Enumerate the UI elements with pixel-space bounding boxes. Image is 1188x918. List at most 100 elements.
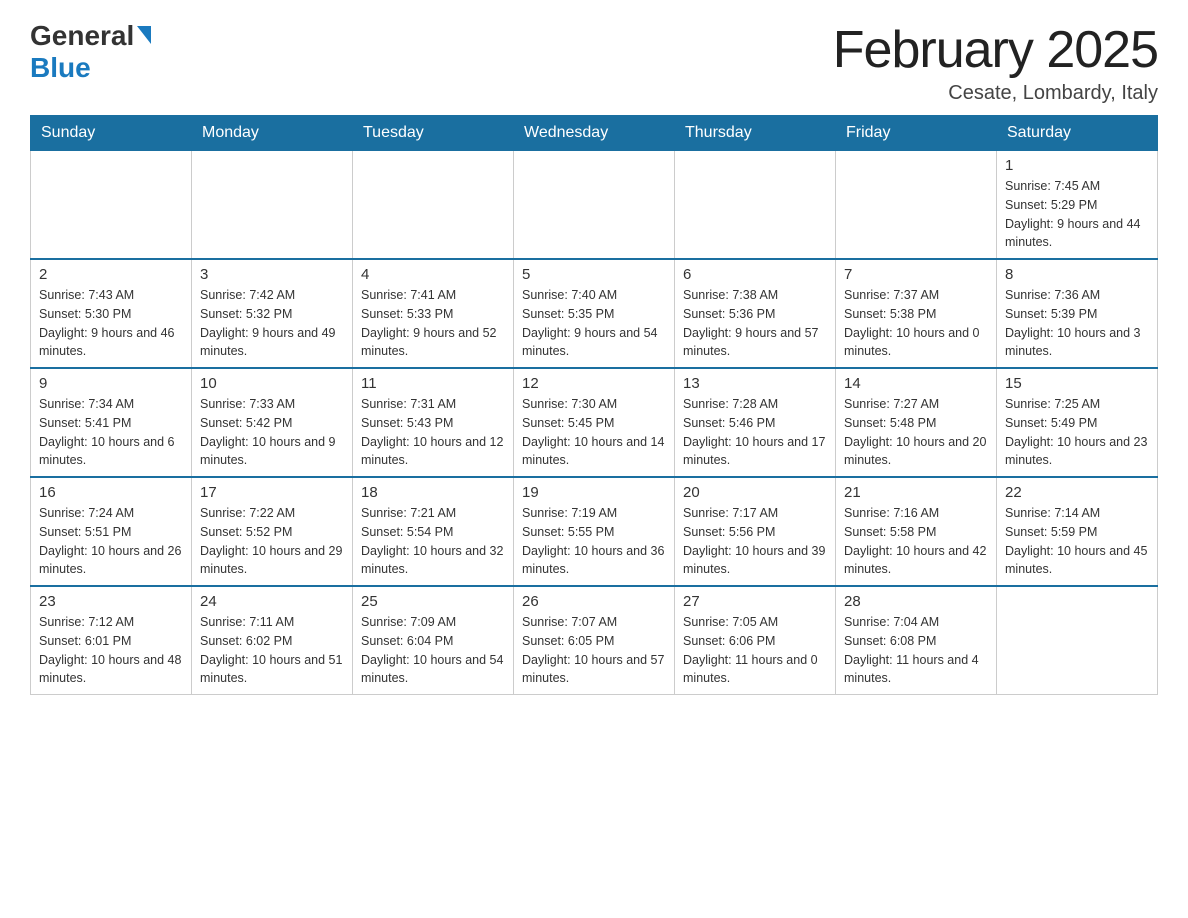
day-number: 1	[1005, 157, 1149, 174]
weekday-header-wednesday: Wednesday	[514, 116, 675, 151]
logo-blue-text: Blue	[30, 52, 91, 84]
calendar-cell	[192, 151, 353, 260]
day-number: 16	[39, 484, 183, 501]
calendar-cell: 11 Sunrise: 7:31 AMSunset: 5:43 PMDayligh…	[353, 368, 514, 477]
day-info: Sunrise: 7:17 AMSunset: 5:56 PMDaylight:…	[683, 504, 827, 579]
calendar-cell: 4Sunrise: 7:41 AMSunset: 5:33 PMDaylight…	[353, 259, 514, 368]
day-info: Sunrise: 7:34 AMSunset: 5:41 PMDaylight:…	[39, 395, 183, 470]
calendar-cell: 24 Sunrise: 7:11 AMSunset: 6:02 PMDayligh…	[192, 586, 353, 695]
calendar-cell	[31, 151, 192, 260]
calendar-cell	[675, 151, 836, 260]
day-info: Sunrise: 7:28 AMSunset: 5:46 PMDaylight:…	[683, 395, 827, 470]
day-info: Sunrise: 7:30 AMSunset: 5:45 PMDaylight:…	[522, 395, 666, 470]
day-info: Sunrise: 7:22 AMSunset: 5:52 PMDaylight:…	[200, 504, 344, 579]
calendar-cell: 28Sunrise: 7:04 AMSunset: 6:08 PMDayligh…	[836, 586, 997, 695]
day-number: 18	[361, 484, 505, 501]
day-info: Sunrise: 7:07 AMSunset: 6:05 PMDaylight:…	[522, 613, 666, 688]
calendar-cell: 23Sunrise: 7:12 AMSunset: 6:01 PMDayligh…	[31, 586, 192, 695]
logo-arrow-icon	[137, 26, 151, 44]
day-number: 8	[1005, 266, 1149, 283]
day-info: Sunrise: 7:14 AMSunset: 5:59 PMDaylight:…	[1005, 504, 1149, 579]
day-info: Sunrise: 7:40 AMSunset: 5:35 PMDaylight:…	[522, 286, 666, 361]
calendar-cell: 9 Sunrise: 7:34 AMSunset: 5:41 PMDaylight…	[31, 368, 192, 477]
day-info: Sunrise: 7:43 AMSunset: 5:30 PMDaylight:…	[39, 286, 183, 361]
day-number: 23	[39, 593, 183, 610]
day-info: Sunrise: 7:11 AMSunset: 6:02 PMDaylight:…	[200, 613, 344, 688]
calendar-cell: 1 Sunrise: 7:45 AMSunset: 5:29 PMDaylight…	[997, 151, 1158, 260]
calendar-cell: 17Sunrise: 7:22 AMSunset: 5:52 PMDayligh…	[192, 477, 353, 586]
calendar-cell: 20 Sunrise: 7:17 AMSunset: 5:56 PMDayligh…	[675, 477, 836, 586]
day-info: Sunrise: 7:19 AMSunset: 5:55 PMDaylight:…	[522, 504, 666, 579]
day-info: Sunrise: 7:24 AMSunset: 5:51 PMDaylight:…	[39, 504, 183, 579]
calendar-table: SundayMondayTuesdayWednesdayThursdayFrid…	[30, 115, 1158, 695]
calendar-cell: 12 Sunrise: 7:30 AMSunset: 5:45 PMDayligh…	[514, 368, 675, 477]
day-number: 10	[200, 375, 344, 392]
day-number: 2	[39, 266, 183, 283]
week-row-3: 9 Sunrise: 7:34 AMSunset: 5:41 PMDaylight…	[31, 368, 1158, 477]
day-number: 25	[361, 593, 505, 610]
day-number: 19	[522, 484, 666, 501]
day-number: 21	[844, 484, 988, 501]
weekday-header-thursday: Thursday	[675, 116, 836, 151]
calendar-cell	[836, 151, 997, 260]
day-number: 9	[39, 375, 183, 392]
day-info: Sunrise: 7:33 AMSunset: 5:42 PMDaylight:…	[200, 395, 344, 470]
day-info: Sunrise: 7:16 AMSunset: 5:58 PMDaylight:…	[844, 504, 988, 579]
calendar-cell: 21 Sunrise: 7:16 AMSunset: 5:58 PMDayligh…	[836, 477, 997, 586]
weekday-header-row: SundayMondayTuesdayWednesdayThursdayFrid…	[31, 116, 1158, 151]
calendar-cell: 5 Sunrise: 7:40 AMSunset: 5:35 PMDaylight…	[514, 259, 675, 368]
week-row-4: 16 Sunrise: 7:24 AMSunset: 5:51 PMDayligh…	[31, 477, 1158, 586]
day-number: 5	[522, 266, 666, 283]
day-info: Sunrise: 7:09 AMSunset: 6:04 PMDaylight:…	[361, 613, 505, 688]
calendar-cell	[353, 151, 514, 260]
day-info: Sunrise: 7:21 AMSunset: 5:54 PMDaylight:…	[361, 504, 505, 579]
logo-general-text: General	[30, 20, 134, 52]
day-number: 12	[522, 375, 666, 392]
day-info: Sunrise: 7:31 AMSunset: 5:43 PMDaylight:…	[361, 395, 505, 470]
day-info: Sunrise: 7:25 AMSunset: 5:49 PMDaylight:…	[1005, 395, 1149, 470]
month-title: February 2025	[833, 20, 1158, 80]
calendar-cell: 19 Sunrise: 7:19 AMSunset: 5:55 PMDayligh…	[514, 477, 675, 586]
calendar-cell	[997, 586, 1158, 695]
day-number: 7	[844, 266, 988, 283]
day-info: Sunrise: 7:05 AMSunset: 6:06 PMDaylight:…	[683, 613, 827, 688]
weekday-header-tuesday: Tuesday	[353, 116, 514, 151]
day-number: 26	[522, 593, 666, 610]
week-row-5: 23Sunrise: 7:12 AMSunset: 6:01 PMDayligh…	[31, 586, 1158, 695]
day-info: Sunrise: 7:37 AMSunset: 5:38 PMDaylight:…	[844, 286, 988, 361]
day-number: 22	[1005, 484, 1149, 501]
day-number: 3	[200, 266, 344, 283]
calendar-cell: 25 Sunrise: 7:09 AMSunset: 6:04 PMDayligh…	[353, 586, 514, 695]
day-number: 27	[683, 593, 827, 610]
day-number: 20	[683, 484, 827, 501]
weekday-header-saturday: Saturday	[997, 116, 1158, 151]
day-number: 11	[361, 375, 505, 392]
calendar-cell: 27 Sunrise: 7:05 AMSunset: 6:06 PMDayligh…	[675, 586, 836, 695]
calendar-cell: 7 Sunrise: 7:37 AMSunset: 5:38 PMDaylight…	[836, 259, 997, 368]
calendar-cell: 18 Sunrise: 7:21 AMSunset: 5:54 PMDayligh…	[353, 477, 514, 586]
calendar-cell: 16 Sunrise: 7:24 AMSunset: 5:51 PMDayligh…	[31, 477, 192, 586]
day-number: 24	[200, 593, 344, 610]
calendar-cell: 10 Sunrise: 7:33 AMSunset: 5:42 PMDayligh…	[192, 368, 353, 477]
day-number: 14	[844, 375, 988, 392]
day-number: 15	[1005, 375, 1149, 392]
day-info: Sunrise: 7:27 AMSunset: 5:48 PMDaylight:…	[844, 395, 988, 470]
title-area: February 2025 Cesate, Lombardy, Italy	[833, 20, 1158, 105]
calendar-cell: 8 Sunrise: 7:36 AMSunset: 5:39 PMDaylight…	[997, 259, 1158, 368]
day-info: Sunrise: 7:42 AMSunset: 5:32 PMDaylight:…	[200, 286, 344, 361]
weekday-header-friday: Friday	[836, 116, 997, 151]
week-row-1: 1 Sunrise: 7:45 AMSunset: 5:29 PMDaylight…	[31, 151, 1158, 260]
calendar-cell: 22 Sunrise: 7:14 AMSunset: 5:59 PMDayligh…	[997, 477, 1158, 586]
day-info: Sunrise: 7:45 AMSunset: 5:29 PMDaylight:…	[1005, 177, 1149, 252]
day-number: 13	[683, 375, 827, 392]
calendar-cell: 6Sunrise: 7:38 AMSunset: 5:36 PMDaylight…	[675, 259, 836, 368]
location-subtitle: Cesate, Lombardy, Italy	[833, 82, 1158, 105]
day-number: 6	[683, 266, 827, 283]
day-number: 28	[844, 593, 988, 610]
day-number: 4	[361, 266, 505, 283]
calendar-cell: 13 Sunrise: 7:28 AMSunset: 5:46 PMDayligh…	[675, 368, 836, 477]
day-info: Sunrise: 7:36 AMSunset: 5:39 PMDaylight:…	[1005, 286, 1149, 361]
logo: General Blue	[30, 20, 151, 84]
calendar-cell: 14 Sunrise: 7:27 AMSunset: 5:48 PMDayligh…	[836, 368, 997, 477]
page-header: General Blue February 2025 Cesate, Lomba…	[30, 20, 1158, 105]
